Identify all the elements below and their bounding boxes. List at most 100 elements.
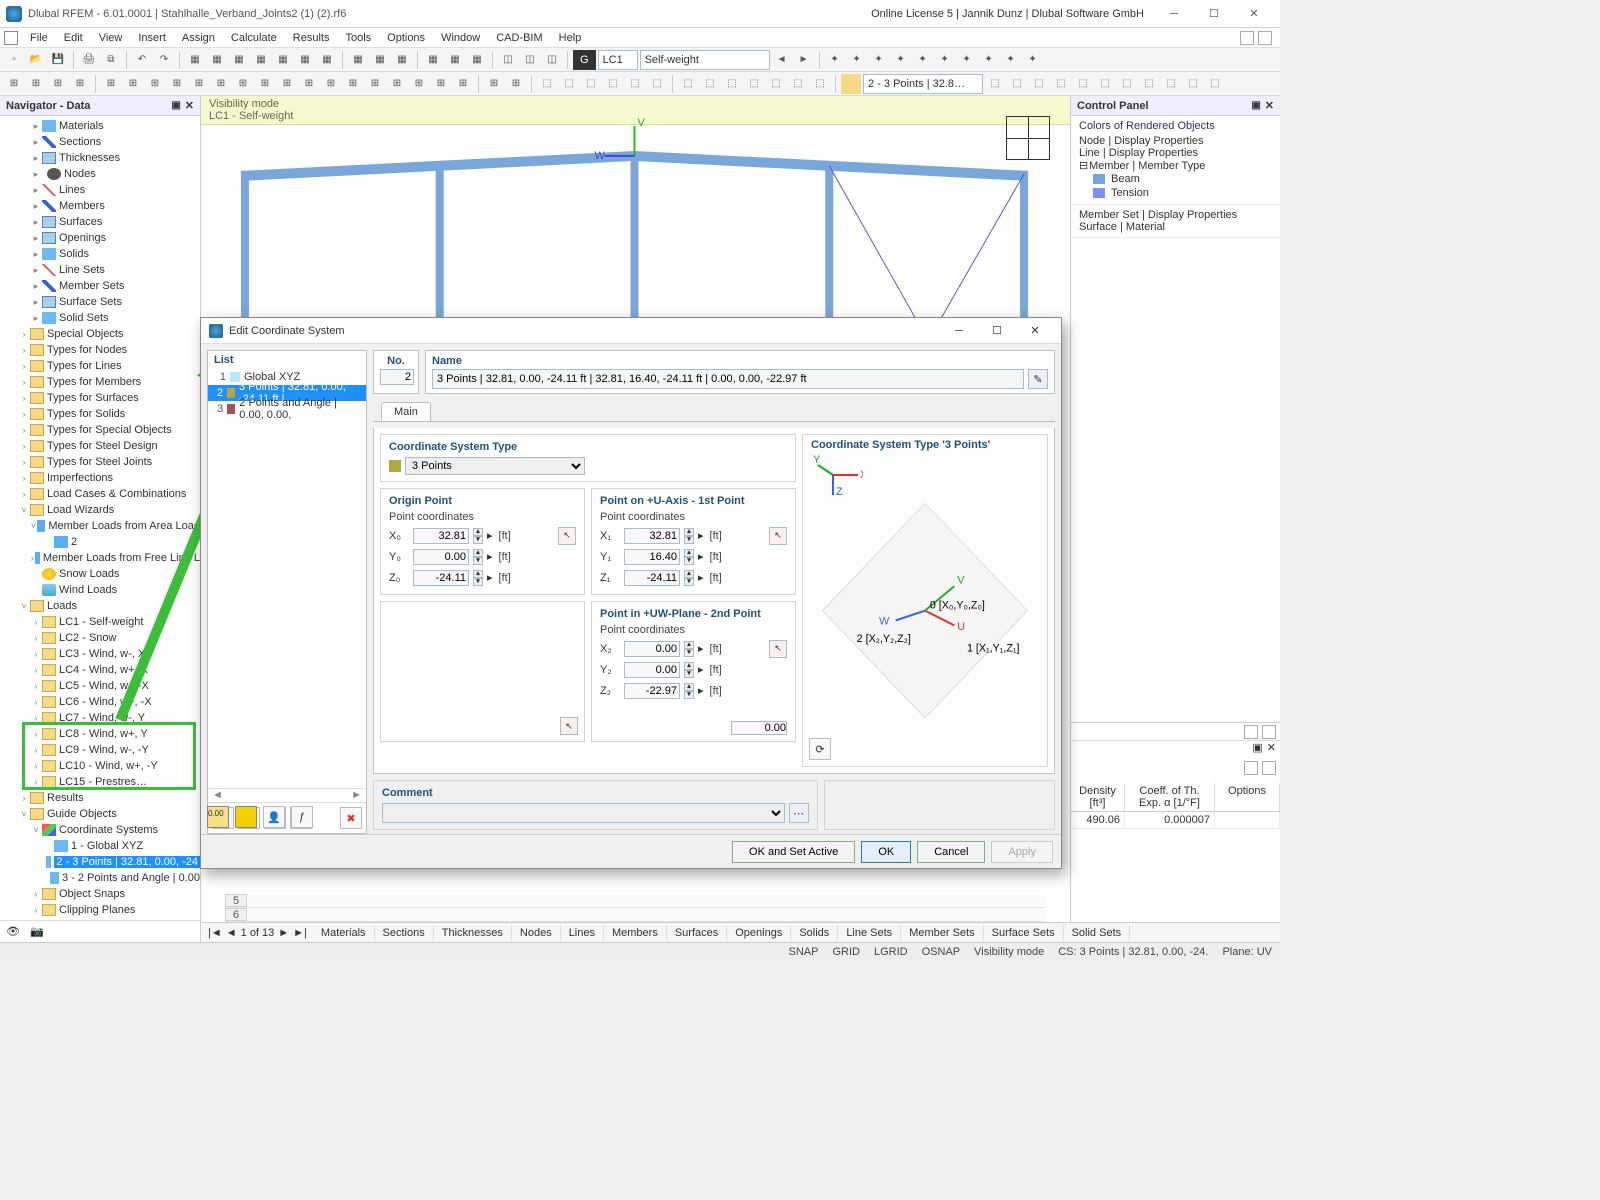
status-osnap[interactable]: OSNAP [922,946,961,958]
cp-row[interactable]: Member | Member Type [1089,160,1205,172]
tree-item[interactable]: ▸Member Sets [0,278,200,294]
view-cube-icon[interactable] [1006,116,1050,160]
scroll-left-icon[interactable]: ◄ [212,789,223,802]
tb2-icon[interactable]: ⊞ [189,74,209,94]
tb2-icon[interactable]: ⊞ [211,74,231,94]
tree-item[interactable]: ›LC8 - Wind, w+, Y [0,726,200,742]
last-icon[interactable]: ►| [293,927,307,939]
tb2-icon[interactable]: ⊞ [48,74,68,94]
tb2-icon[interactable]: ⬚ [1117,74,1137,94]
copy-icon[interactable]: ⧉ [101,50,121,70]
bottom-tab[interactable]: Materials [313,925,375,941]
dialog-maximize-button[interactable]: ☐ [979,320,1015,342]
tb-icon[interactable]: ▦ [207,50,227,70]
preview-action-icon[interactable]: ⟳ [809,738,831,760]
tree-item[interactable]: ›LC5 - Wind, w-, -X [0,678,200,694]
no-input[interactable] [380,369,414,385]
redo-icon[interactable]: ↷ [154,50,174,70]
x0-input[interactable] [413,528,469,544]
pick-point-icon[interactable]: ↖ [560,717,578,735]
tb2-icon[interactable]: ⊞ [255,74,275,94]
ok-set-active-button[interactable]: OK and Set Active [732,841,855,863]
menu-edit[interactable]: Edit [56,30,91,46]
tb2-icon[interactable]: ⬚ [581,74,601,94]
lc-next-icon[interactable]: ► [794,50,814,70]
tree-item[interactable]: ›Types for Members [0,374,200,390]
edit-name-icon[interactable]: ✎ [1028,369,1048,389]
tb2-icon[interactable]: ⊞ [233,74,253,94]
tab-main[interactable]: Main [381,402,431,421]
y1-input[interactable] [624,549,680,565]
nav-camera-icon[interactable]: 📷 [30,925,44,938]
color-swatch[interactable] [235,806,257,828]
menu-calculate[interactable]: Calculate [223,30,285,46]
next-icon[interactable]: ► [278,927,289,939]
tb2-icon[interactable]: ⬚ [1095,74,1115,94]
save-icon[interactable]: 💾 [48,50,68,70]
cell[interactable] [1215,812,1280,829]
status-grid[interactable]: GRID [832,946,860,958]
tree-item[interactable]: ˅Coordinate Systems [0,822,200,838]
cp-row[interactable]: Line | Display Properties [1079,147,1272,159]
tb-icon[interactable]: ◫ [542,50,562,70]
new-icon[interactable]: ▫ [4,50,24,70]
bottom-tab[interactable]: Lines [561,925,604,941]
nav-eye-icon[interactable]: 👁 [6,925,20,938]
spin-dn[interactable]: ▾ [684,536,694,544]
tree-item[interactable]: ›Types for Nodes [0,342,200,358]
tree-item[interactable]: Snow Loads [0,566,200,582]
arrow-icon[interactable]: ▸ [698,571,704,584]
menu-file[interactable]: File [22,30,56,46]
arrow-icon[interactable]: ▸ [698,663,704,676]
tb-icon[interactable]: ✦ [847,50,867,70]
minimize-button[interactable]: ─ [1154,0,1194,28]
pick-point-icon[interactable]: ↖ [769,640,787,658]
tree-item[interactable]: ▸Materials [0,118,200,134]
tb-icon[interactable]: ▦ [467,50,487,70]
swatch-icon[interactable]: 👤 [263,806,285,828]
z0-input[interactable] [413,570,469,586]
tree-item[interactable]: ▸Members [0,198,200,214]
tree-item[interactable]: ›Types for Special Objects [0,422,200,438]
tb2-icon[interactable]: ⊞ [145,74,165,94]
tb-icon[interactable]: ▦ [185,50,205,70]
y0-input[interactable] [413,549,469,565]
tree-item[interactable]: ▸Surfaces [0,214,200,230]
tb2-icon[interactable]: ⬚ [625,74,645,94]
tb2-icon[interactable]: ⊞ [409,74,429,94]
print-icon[interactable]: 🖨 [79,50,99,70]
status-lgrid[interactable]: LGRID [874,946,908,958]
spin-up[interactable]: ▴ [473,528,483,536]
tree-item[interactable]: 3 - 2 Points and Angle | 0.00 [0,870,200,886]
tbl-icon[interactable] [1244,761,1258,775]
lc-number[interactable]: LC1 [598,50,638,70]
tb2-icon[interactable]: ⬚ [1205,74,1225,94]
tb-icon[interactable]: ✦ [825,50,845,70]
tree-item[interactable]: ▸Lines [0,182,200,198]
tb-icon[interactable]: ✦ [979,50,999,70]
tree-item[interactable]: ▸Solid Sets [0,310,200,326]
tree-item[interactable]: ›Types for Steel Design [0,438,200,454]
spin-up[interactable]: ▴ [473,570,483,578]
pin-icon[interactable]: ▣ [1251,100,1260,111]
tbl-icon[interactable] [1262,761,1276,775]
pin-icon[interactable]: ▣ [171,100,180,111]
cs-type-select[interactable]: 3 Points [405,457,585,475]
tb-icon[interactable]: ✦ [935,50,955,70]
tb2-icon[interactable]: ⊞ [123,74,143,94]
apply-button[interactable]: Apply [991,841,1053,863]
tb2-icon[interactable]: ⬚ [1007,74,1027,94]
z1-input[interactable] [624,570,680,586]
dialog-close-button[interactable]: ✕ [1017,320,1053,342]
tb2-icon[interactable]: ⊞ [484,74,504,94]
spin-dn[interactable]: ▾ [473,557,483,565]
tree-item[interactable]: ▸Line Sets [0,262,200,278]
maximize-button[interactable]: ☐ [1194,0,1234,28]
bottom-tab[interactable]: Members [604,925,667,941]
tree-item[interactable]: ˅Member Loads from Area Load [0,518,200,534]
panel-close-icon[interactable]: ✕ [1267,741,1276,759]
menu-assign[interactable]: Assign [174,30,223,46]
tb2-icon[interactable]: ⬚ [1183,74,1203,94]
tb2-icon[interactable]: ⬚ [744,74,764,94]
spin-dn[interactable]: ▾ [684,649,694,657]
